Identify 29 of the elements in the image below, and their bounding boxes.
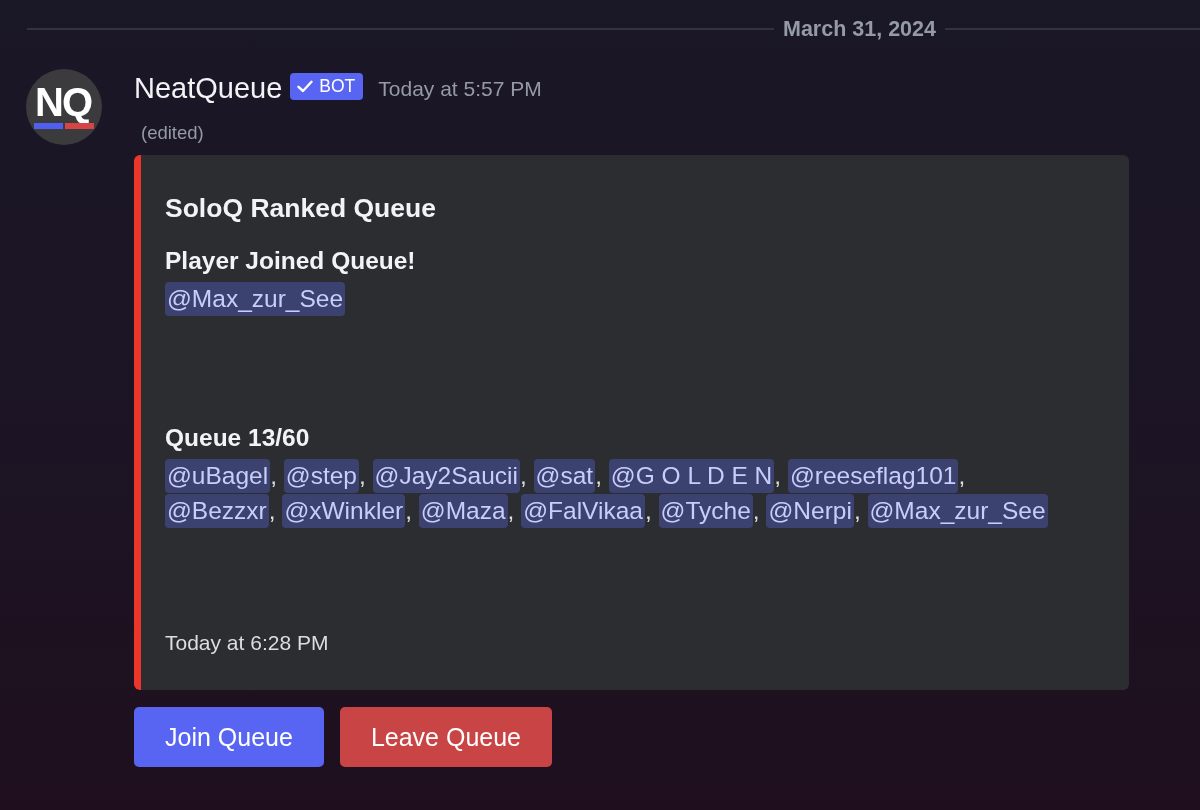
badge-label: BOT xyxy=(319,76,356,96)
message-timestamp: Today at 5:57 PM xyxy=(378,76,542,102)
user-mention[interactable]: @xWinkler xyxy=(282,494,406,528)
avatar-initials: NQ xyxy=(35,82,93,122)
user-mention[interactable]: @Bezzxr xyxy=(165,494,269,528)
user-mention[interactable]: @Maza xyxy=(418,494,508,528)
action-button[interactable]: Join Queue xyxy=(134,707,324,767)
author-name[interactable]: NeatQueue xyxy=(134,71,283,105)
user-mention[interactable]: @FalVikaa xyxy=(521,494,645,528)
embed-title: SoloQ Ranked Queue xyxy=(165,192,437,224)
embed-footer-time: Today at 6:28 PM xyxy=(165,630,330,656)
user-mention[interactable]: @G O L D E N xyxy=(608,459,775,493)
user-mention[interactable]: @Tyche xyxy=(658,494,753,528)
user-mention[interactable]: @Max_zur_See xyxy=(867,494,1048,528)
action-button[interactable]: Leave Queue xyxy=(339,707,552,767)
mention-list: @uBagel, @step, @Jay2Saucii, @sat, @G O L D E N, @reeseflag101, @Bezzxr, @xWinkler, @Maza, @FalVikaa, @Tyche, @Nerpi, @Max_zur_See xyxy=(165,458,1065,528)
field-name: Queue 13/60 xyxy=(165,423,311,453)
edited-note: (edited) xyxy=(141,121,204,145)
user-mention[interactable]: @uBagel xyxy=(165,459,271,493)
bot-avatar[interactable]: NQ xyxy=(26,69,102,145)
user-mention[interactable]: @step xyxy=(283,459,359,493)
user-mention[interactable]: @Nerpi xyxy=(766,494,854,528)
user-mention[interactable]: @reeseflag101 xyxy=(787,459,959,493)
date-divider-label: March 31, 2024 xyxy=(782,16,937,42)
user-mention[interactable]: @Max_zur_See xyxy=(165,282,346,316)
field-name: Player Joined Queue! xyxy=(165,246,417,276)
user-mention[interactable]: @Jay2Saucii xyxy=(372,459,520,493)
user-mention[interactable]: @sat xyxy=(533,459,596,493)
stripes-icon xyxy=(34,123,94,129)
